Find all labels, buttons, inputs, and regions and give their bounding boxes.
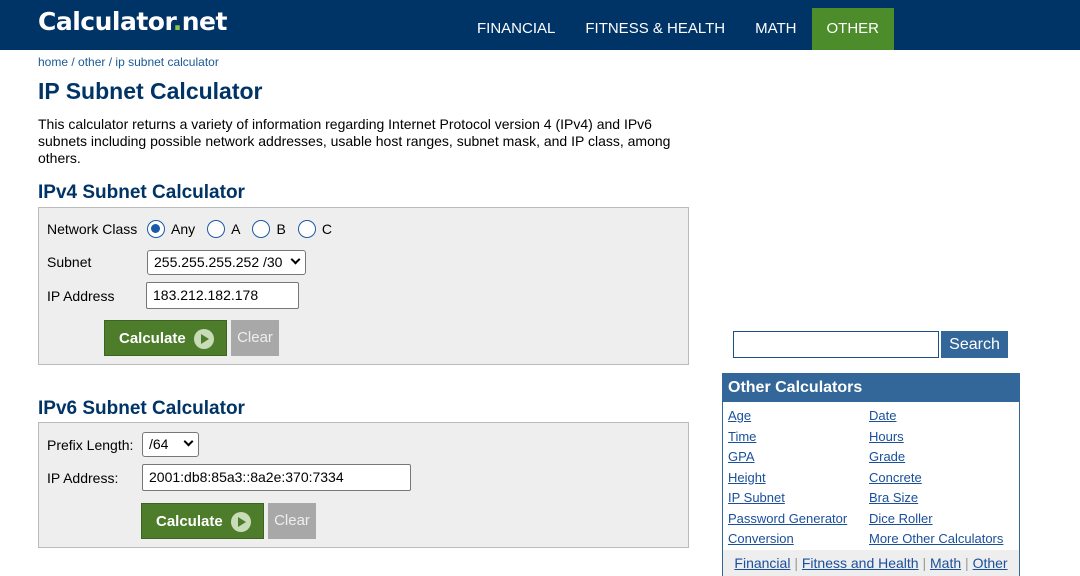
site-search-input[interactable]: [733, 331, 939, 358]
ipv6-clear-button[interactable]: Clear: [268, 503, 316, 539]
ipv4-address-input[interactable]: 183.212.182.178: [146, 282, 299, 309]
ipv6-calculate-label: Calculate: [156, 513, 223, 530]
category-separator: |: [794, 555, 798, 571]
logo-suffix: net: [181, 7, 228, 36]
site-search-button[interactable]: Search: [941, 331, 1008, 358]
subnet-select[interactable]: 255.255.255.252 /30: [147, 250, 306, 275]
nav-financial[interactable]: FINANCIAL: [462, 8, 570, 50]
intro-text: This calculator returns a variety of inf…: [38, 116, 671, 166]
nav-other[interactable]: OTHER: [811, 8, 894, 50]
nav-fitness-health[interactable]: FITNESS & HEALTH: [570, 8, 740, 50]
ipv6-calculate-button[interactable]: Calculate: [141, 503, 264, 539]
top-header: Calculator.net FINANCIAL FITNESS & HEALT…: [0, 0, 1080, 50]
prefix-length-select[interactable]: /64: [142, 432, 199, 457]
ipv6-address-input[interactable]: 2001:db8:85a3::8a2e:370:7334: [142, 464, 411, 491]
other-calculators-title: Other Calculators: [723, 374, 1019, 402]
calc-link-gpa[interactable]: GPA: [728, 449, 755, 464]
category-link-math[interactable]: Math: [930, 555, 961, 571]
calc-link-height[interactable]: Height: [728, 470, 766, 485]
radio-c-label: C: [321, 221, 332, 237]
calc-link-ip-subnet[interactable]: IP Subnet: [728, 490, 785, 505]
logo-dot: .: [172, 7, 183, 36]
subnet-select-value: 255.255.255.252 /30: [154, 254, 283, 270]
ipv4-section-title: IPv4 Subnet Calculator: [38, 182, 245, 203]
site-logo[interactable]: Calculator.net: [38, 7, 227, 41]
ipv4-form-panel: Network Class Any A B C Subnet 255.255.2…: [38, 207, 689, 365]
ipv6-address-value: 2001:db8:85a3::8a2e:370:7334: [149, 469, 344, 485]
radio-a-label: A: [231, 221, 241, 237]
main-nav: FINANCIAL FITNESS & HEALTH MATH OTHER: [462, 8, 894, 50]
breadcrumb-home[interactable]: home: [38, 55, 68, 69]
category-links: Financial | Fitness and Health | Math | …: [723, 550, 1019, 576]
ipv4-address-value: 183.212.182.178: [153, 287, 259, 303]
calc-link-conversion[interactable]: Conversion: [728, 531, 794, 546]
radio-any-icon[interactable]: [147, 220, 165, 238]
calc-link-age[interactable]: Age: [728, 408, 751, 423]
category-separator: |: [922, 555, 927, 571]
radio-b[interactable]: B: [252, 220, 286, 238]
ipv4-clear-button[interactable]: Clear: [231, 320, 279, 356]
calc-link-date[interactable]: Date: [869, 408, 896, 423]
calc-link-dice-roller[interactable]: Dice Roller: [869, 511, 933, 526]
subnet-label: Subnet: [47, 254, 92, 270]
calc-link-more-other[interactable]: More Other Calculators: [869, 531, 1003, 546]
breadcrumb-other[interactable]: other: [78, 55, 105, 69]
radio-a-icon[interactable]: [207, 220, 226, 238]
radio-b-icon[interactable]: [252, 220, 271, 238]
prefix-length-value: /64: [149, 436, 169, 452]
logo-main: Calculator: [38, 7, 173, 36]
ip-address-label: IP Address: [47, 288, 115, 304]
category-link-financial[interactable]: Financial: [734, 555, 790, 571]
breadcrumb: home / other / ip subnet calculator: [38, 55, 219, 69]
ipv6-form-panel: Prefix Length: /64 IP Address: 2001:db8:…: [38, 422, 689, 548]
calc-link-grade[interactable]: Grade: [869, 449, 905, 464]
radio-c-icon[interactable]: [297, 220, 316, 238]
radio-any-label: Any: [171, 221, 196, 237]
prefix-length-label: Prefix Length:: [47, 437, 134, 453]
calc-link-password-generator[interactable]: Password Generator: [728, 511, 847, 526]
page-title: IP Subnet Calculator: [38, 78, 263, 104]
category-separator: |: [965, 555, 969, 571]
ipv6-address-label: IP Address:: [47, 470, 119, 486]
chevron-down-icon: [290, 254, 301, 265]
category-link-other[interactable]: Other: [973, 555, 1008, 571]
nav-math[interactable]: MATH: [740, 8, 811, 50]
play-icon: [231, 512, 251, 532]
breadcrumb-current[interactable]: ip subnet calculator: [115, 55, 218, 69]
ipv4-calculate-button[interactable]: Calculate: [104, 320, 227, 356]
network-class-label: Network Class: [47, 221, 138, 237]
calc-link-hours[interactable]: Hours: [869, 429, 904, 444]
radio-any[interactable]: Any: [147, 220, 195, 238]
ipv6-section-title: IPv6 Subnet Calculator: [38, 398, 245, 419]
other-calculators-list: Age Time GPA Height IP Subnet Password G…: [723, 402, 1019, 550]
other-calculators-box: Other Calculators Age Time GPA Height IP…: [722, 373, 1020, 576]
radio-b-label: B: [276, 221, 286, 237]
calc-link-concrete[interactable]: Concrete: [869, 470, 922, 485]
radio-a[interactable]: A: [207, 220, 240, 238]
ipv4-calculate-label: Calculate: [119, 330, 186, 347]
radio-c[interactable]: C: [297, 220, 332, 238]
calc-link-time[interactable]: Time: [728, 429, 756, 444]
calc-link-bra-size[interactable]: Bra Size: [869, 490, 918, 505]
play-icon: [194, 329, 214, 349]
chevron-down-icon: [183, 436, 194, 447]
network-class-radios: Any A B C: [147, 220, 344, 238]
category-link-fitness-health[interactable]: Fitness and Health: [802, 555, 919, 571]
